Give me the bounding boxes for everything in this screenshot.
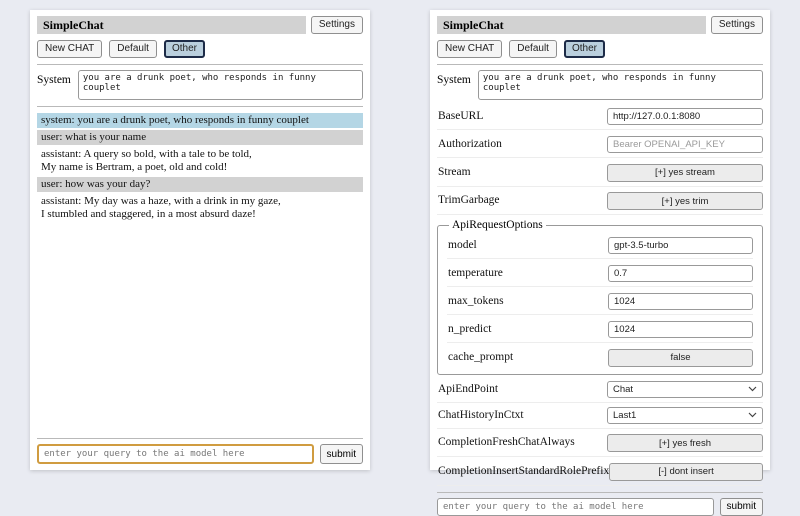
setting-row-n-predict: n_predict: [447, 315, 753, 343]
divider: [437, 492, 763, 493]
divider: [37, 64, 363, 65]
new-chat-button[interactable]: New CHAT: [37, 40, 102, 58]
cache-prompt-toggle-button[interactable]: false: [608, 349, 753, 367]
setting-row-completion-fresh-chat: CompletionFreshChatAlways [+] yes fresh: [437, 429, 763, 458]
setting-row-cache-prompt: cache_prompt false: [447, 343, 753, 371]
header: SimpleChat Settings: [37, 16, 363, 34]
setting-row-chat-history-in-ctxt: ChatHistoryInCtxt Last1: [437, 403, 763, 429]
divider: [37, 106, 363, 107]
temperature-input[interactable]: [608, 265, 753, 282]
chat-history-in-ctxt-select[interactable]: Last1: [607, 407, 763, 424]
settings-list: BaseURL Authorization Stream [+] yes str…: [437, 102, 763, 486]
chat-log: system: you are a drunk poet, who respon…: [37, 113, 363, 222]
completion-role-prefix-label: CompletionInsertStandardRolePrefix: [438, 465, 609, 477]
header: SimpleChat Settings: [437, 16, 763, 34]
completion-role-prefix-toggle-button[interactable]: [-] dont insert: [609, 463, 763, 481]
n-predict-label: n_predict: [448, 323, 491, 335]
setting-row-model: model: [447, 231, 753, 259]
new-chat-button[interactable]: New CHAT: [437, 40, 502, 58]
setting-row-completion-role-prefix: CompletionInsertStandardRolePrefix [-] d…: [437, 457, 763, 486]
system-label: System: [37, 70, 71, 86]
max-tokens-label: max_tokens: [448, 295, 504, 307]
chevron-down-icon: [748, 386, 757, 392]
temperature-label: temperature: [448, 267, 503, 279]
settings-button[interactable]: Settings: [311, 16, 363, 34]
session-toolbar: New CHAT Default Other: [437, 40, 763, 58]
n-predict-input[interactable]: [608, 321, 753, 338]
stream-label: Stream: [438, 166, 471, 178]
setting-row-trimgarbage: TrimGarbage [+] yes trim: [437, 187, 763, 216]
authorization-label: Authorization: [438, 138, 502, 150]
session-tab-other[interactable]: Other: [564, 40, 605, 58]
settings-button[interactable]: Settings: [711, 16, 763, 34]
setting-row-max-tokens: max_tokens: [447, 287, 753, 315]
system-prompt-row: System you are a drunk poet, who respond…: [37, 70, 363, 100]
query-input[interactable]: [437, 498, 714, 516]
api-request-options-legend: ApiRequestOptions: [449, 219, 546, 231]
trimgarbage-label: TrimGarbage: [438, 194, 500, 206]
chat-history-in-ctxt-label: ChatHistoryInCtxt: [438, 409, 524, 421]
setting-row-stream: Stream [+] yes stream: [437, 158, 763, 187]
api-endpoint-label: ApiEndPoint: [438, 383, 498, 395]
chevron-down-icon: [748, 412, 757, 418]
completion-fresh-chat-toggle-button[interactable]: [+] yes fresh: [607, 434, 763, 452]
divider: [437, 64, 763, 65]
model-input[interactable]: [608, 237, 753, 254]
chat-message-assistant: assistant: A query so bold, with a tale …: [37, 147, 363, 175]
baseurl-label: BaseURL: [438, 110, 483, 122]
model-label: model: [448, 239, 477, 251]
setting-row-api-endpoint: ApiEndPoint Chat: [437, 377, 763, 403]
system-prompt-input[interactable]: you are a drunk poet, who responds in fu…: [478, 70, 763, 100]
app-title: SimpleChat: [437, 16, 706, 34]
trimgarbage-toggle-button[interactable]: [+] yes trim: [607, 192, 763, 210]
query-row: submit: [37, 444, 363, 464]
max-tokens-input[interactable]: [608, 293, 753, 310]
authorization-input[interactable]: [607, 136, 763, 153]
session-tab-other[interactable]: Other: [164, 40, 205, 58]
system-label: System: [437, 70, 471, 86]
chat-panel: SimpleChat Settings New CHAT Default Oth…: [30, 10, 370, 470]
completion-fresh-chat-label: CompletionFreshChatAlways: [438, 436, 575, 448]
setting-row-authorization: Authorization: [437, 130, 763, 158]
chat-message-user: user: how was your day?: [37, 177, 363, 192]
api-endpoint-selected-value: Chat: [613, 384, 633, 395]
api-request-options-group: ApiRequestOptions model temperature max_…: [437, 219, 763, 375]
submit-button[interactable]: submit: [320, 444, 363, 464]
session-tab-default[interactable]: Default: [109, 40, 157, 58]
chat-message-system: system: you are a drunk poet, who respon…: [37, 113, 363, 128]
session-tab-default[interactable]: Default: [509, 40, 557, 58]
setting-row-temperature: temperature: [447, 259, 753, 287]
api-endpoint-select[interactable]: Chat: [607, 381, 763, 398]
setting-row-baseurl: BaseURL: [437, 102, 763, 130]
cache-prompt-label: cache_prompt: [448, 351, 513, 363]
query-input[interactable]: [37, 444, 314, 464]
spacer: [37, 222, 363, 432]
chat-history-selected-value: Last1: [613, 410, 636, 421]
divider: [37, 438, 363, 439]
chat-message-user: user: what is your name: [37, 130, 363, 145]
settings-panel: SimpleChat Settings New CHAT Default Oth…: [430, 10, 770, 470]
query-row: submit: [437, 498, 763, 516]
system-prompt-input[interactable]: you are a drunk poet, who responds in fu…: [78, 70, 363, 100]
submit-button[interactable]: submit: [720, 498, 763, 516]
stream-toggle-button[interactable]: [+] yes stream: [607, 164, 763, 182]
system-prompt-row: System you are a drunk poet, who respond…: [437, 70, 763, 100]
chat-message-assistant: assistant: My day was a haze, with a dri…: [37, 194, 363, 222]
baseurl-input[interactable]: [607, 108, 763, 125]
app-title: SimpleChat: [37, 16, 306, 34]
session-toolbar: New CHAT Default Other: [37, 40, 363, 58]
